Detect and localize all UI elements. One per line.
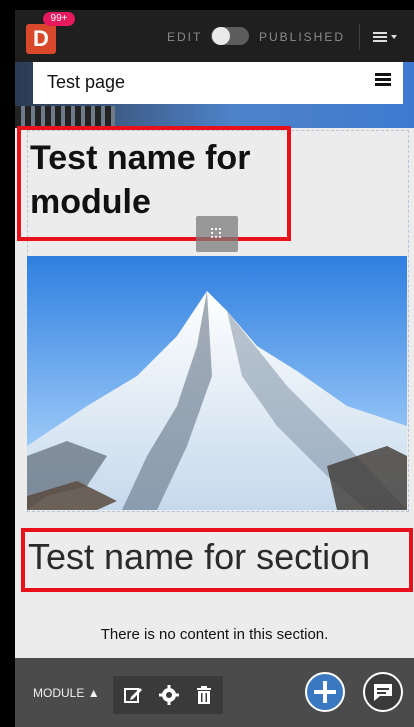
published-label: PUBLISHED (259, 30, 346, 44)
highlight-box-section-title (21, 528, 413, 592)
mountain-illustration (27, 256, 407, 510)
settings-button[interactable] (157, 683, 181, 707)
app-logo[interactable]: D (26, 24, 56, 54)
page-header: Test page (33, 62, 403, 104)
mountain-image[interactable] (27, 256, 407, 510)
top-bar: D 99+ EDIT PUBLISHED (15, 10, 414, 62)
edit-label: EDIT (167, 30, 203, 44)
trash-icon (197, 686, 211, 704)
empty-section-message: There is no content in this section. (100, 626, 329, 643)
module-label: MODULE (33, 686, 85, 700)
edit-button[interactable] (121, 683, 145, 707)
chat-icon (374, 684, 392, 701)
bottom-toolbar: MODULE ▲ (15, 658, 414, 727)
chat-button[interactable] (363, 672, 403, 712)
plus-icon (314, 681, 336, 703)
delete-button[interactable] (192, 683, 216, 707)
page-title: Test page (47, 72, 126, 92)
hamburger-caret-icon (373, 32, 397, 42)
fullscreen-icon (211, 228, 221, 238)
module-tools (113, 676, 223, 714)
buildings-silhouette (15, 106, 115, 128)
main-menu-button[interactable] (369, 24, 409, 50)
toggle-knob (212, 27, 230, 45)
app-frame: D 99+ EDIT PUBLISHED Test page Test name… (15, 10, 414, 727)
edit-icon (124, 688, 142, 703)
module-menu-toggle[interactable]: MODULE ▲ (33, 686, 100, 700)
highlight-box-module-title (17, 126, 291, 241)
gear-icon (159, 685, 179, 705)
caret-up-icon: ▲ (87, 686, 100, 700)
add-button[interactable] (305, 672, 345, 712)
notification-badge: 99+ (43, 12, 75, 26)
page-menu-icon[interactable] (375, 73, 391, 87)
fullscreen-button[interactable] (196, 216, 238, 252)
divider (359, 24, 360, 50)
publish-toggle[interactable] (211, 27, 249, 45)
